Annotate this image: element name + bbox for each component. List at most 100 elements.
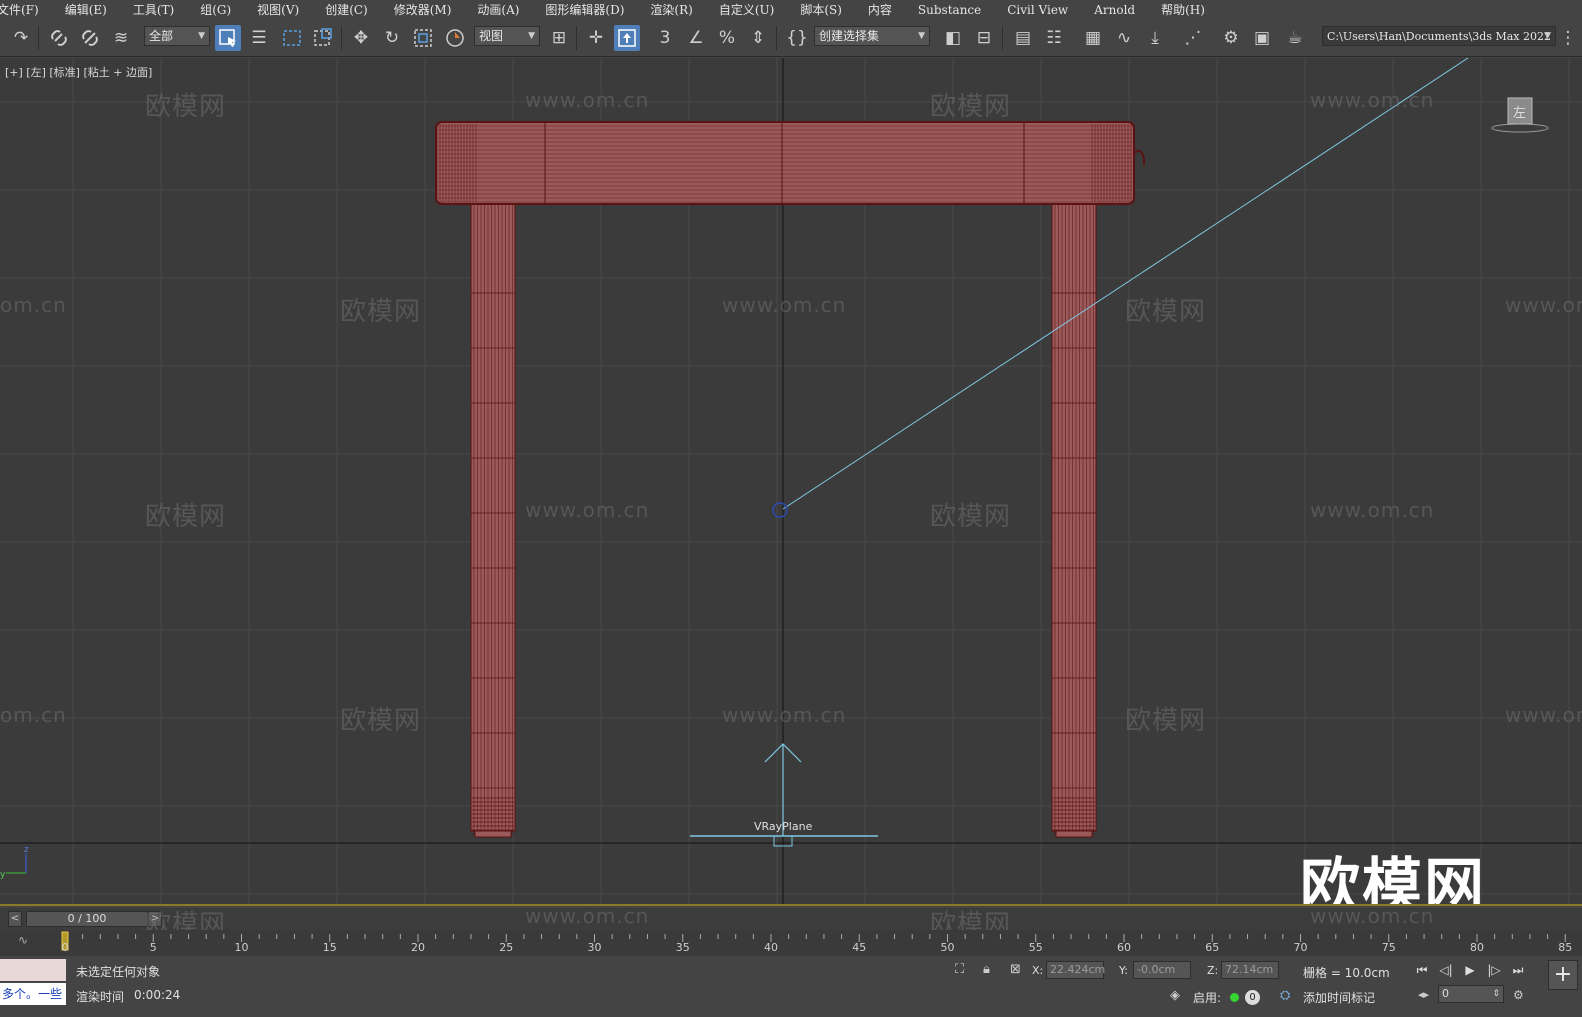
watermark-url: www.om.cn (525, 88, 650, 112)
percent-snap-icon[interactable]: % (714, 25, 740, 51)
isolate-selection-icon[interactable]: ⛶ (955, 962, 964, 977)
menu-item[interactable]: Substance (905, 0, 994, 20)
menu-item[interactable]: 文件(F) (0, 0, 52, 20)
menu-item[interactable]: 渲染(R) (637, 0, 705, 20)
menu-item[interactable]: Arnold (1081, 0, 1148, 20)
time-tag-icon[interactable]: ⛭ (1280, 988, 1290, 1003)
track-tick-label: 25 (499, 941, 514, 954)
y-coord-field[interactable]: -0.0cm (1133, 961, 1191, 979)
viewport-label[interactable]: [+] [左] [标准] [粘土 + 边面] (5, 64, 152, 80)
rotate-icon[interactable]: ↻ (379, 25, 405, 51)
render-setup-icon[interactable]: ⚙ (1218, 25, 1244, 51)
light-target-icon (772, 502, 788, 518)
prev-frame-arrow[interactable]: < (8, 911, 22, 927)
select-by-name-icon[interactable]: ☰ (246, 25, 272, 51)
window-crossing-icon[interactable] (310, 25, 336, 51)
absolute-mode-icon[interactable]: ⊠ (1010, 962, 1021, 977)
menu-item[interactable]: 创建(C) (312, 0, 381, 20)
material-editor-icon[interactable]: ⋰ (1180, 25, 1206, 51)
create-key-button[interactable]: + (1548, 960, 1578, 990)
enable-count-badge[interactable]: 0 (1245, 990, 1260, 1005)
select-manipulate-icon[interactable]: ✛ (583, 25, 609, 51)
play-icon[interactable]: ▶ (1460, 961, 1480, 979)
place-icon[interactable] (442, 25, 468, 51)
toggle-ribbon-icon[interactable]: ☷ (1041, 25, 1067, 51)
maxscript-listener[interactable]: 多个。一些 (0, 959, 66, 1013)
z-coord-field[interactable]: 72.14cm (1221, 961, 1279, 979)
previous-frame-icon[interactable]: ◁| (1436, 961, 1456, 979)
menu-item[interactable]: 内容 (855, 0, 905, 20)
rectangular-selection-icon[interactable] (279, 25, 305, 51)
pivot-center-icon[interactable]: ⊞ (546, 25, 572, 51)
rendered-frame-window-icon[interactable]: ▣ (1249, 25, 1275, 51)
menu-item[interactable]: 组(G) (187, 0, 244, 20)
watermark-url: www.om.cn (722, 293, 847, 317)
track-tick-label: 55 (1028, 941, 1043, 954)
align-icon[interactable]: ⊟ (971, 25, 997, 51)
menu-item[interactable]: 动画(A) (464, 0, 532, 20)
render-production-icon[interactable]: ☕ (1282, 25, 1308, 51)
watermark-url: www.om.cn (525, 498, 650, 522)
current-frame-field[interactable]: 0 ⇕ (1438, 985, 1504, 1003)
select-object-icon[interactable] (215, 25, 241, 51)
menu-item[interactable]: 帮助(H) (1148, 0, 1218, 20)
maxscript-output[interactable]: 多个。一些 (0, 983, 66, 1005)
keyboard-shortcut-override-icon[interactable] (614, 25, 640, 51)
spinner-snap-icon[interactable]: ⇕ (745, 25, 771, 51)
reference-coord-dropdown[interactable]: 视图 ▼ (474, 26, 540, 46)
menu-item[interactable]: 自定义(U) (706, 0, 787, 20)
link-icon[interactable] (46, 25, 72, 51)
menu-item[interactable]: 修改器(M) (381, 0, 465, 20)
selection-status: 未选定任何对象 (76, 965, 161, 979)
selection-lock-icon[interactable]: 🔒︎ (983, 962, 990, 977)
x-label: X: (1032, 964, 1044, 977)
frame-spinner-icon[interactable]: ◂▸ (1418, 988, 1429, 1001)
move-icon[interactable]: ✥ (348, 25, 374, 51)
layer-explorer-icon[interactable]: ▤ (1010, 25, 1036, 51)
project-path-dropdown[interactable]: C:\Users\Han\Documents\3ds Max 2022 ▼ (1322, 26, 1556, 46)
go-to-start-icon[interactable]: ⏮ (1412, 961, 1432, 979)
named-selection-dropdown[interactable]: 创建选择集 ▼ (814, 26, 930, 46)
menu-item[interactable]: 编辑(E) (52, 0, 120, 20)
status-bar: 多个。一些 未选定任何对象 渲染时间 0:00:24 ⛶ 🔒︎ ⊠ X: 22.… (0, 956, 1582, 1017)
project-path-value: C:\Users\Han\Documents\3ds Max 2022 (1327, 30, 1551, 43)
curve-editor-mini-icon[interactable]: ∿ (18, 933, 28, 947)
time-slider-handle[interactable]: 0 / 100 (26, 911, 148, 927)
menu-bar: 文件(F) 编辑(E) 工具(T) 组(G) 视图(V) 创建(C) 修改器(M) 动画(A)… (0, 0, 1582, 20)
track-bar[interactable]: 0 5 10 15 20 25 30 35 40 45 50 55 60 65 70 75 80 85 ∿ (0, 930, 1582, 956)
scale-icon[interactable] (410, 25, 436, 51)
add-time-tag[interactable]: 添加时间标记 (1303, 989, 1375, 1006)
maxscript-input[interactable] (0, 959, 66, 981)
redo-icon[interactable]: ↷ (8, 25, 34, 51)
next-frame-icon[interactable]: |▷ (1484, 961, 1504, 979)
viewcube[interactable]: 左 (1490, 96, 1550, 136)
unlink-icon[interactable] (77, 25, 103, 51)
go-to-end-icon[interactable]: ⏭ (1508, 961, 1528, 979)
time-configuration-icon[interactable]: ⚙ (1513, 988, 1524, 1002)
x-coord-field[interactable]: 22.424cm (1046, 961, 1105, 979)
schematic-view-icon[interactable]: ⤓ (1142, 25, 1168, 51)
curve-editor-icon[interactable]: ∿ (1111, 25, 1137, 51)
menu-item[interactable]: Civil View (994, 0, 1081, 20)
menu-item[interactable]: 图形编辑器(D) (532, 0, 637, 20)
snaps-toggle-icon[interactable]: 3 (652, 25, 678, 51)
menu-item[interactable]: 工具(T) (120, 0, 187, 20)
bind-space-warp-icon[interactable]: ≋ (108, 25, 134, 51)
scene-explorer-icon[interactable]: ▦ (1080, 25, 1106, 51)
viewport-left[interactable]: zy [+] [左] [标准] [粘土 + 边面] 欧模网 www.om.cn 欧模… (0, 58, 1582, 906)
adaptive-degradation-icon[interactable]: ◈ (1170, 988, 1180, 1003)
selection-filter-dropdown[interactable]: 全部 ▼ (144, 26, 210, 46)
menu-item[interactable]: 视图(V) (244, 0, 312, 20)
toolbar-separator (776, 26, 777, 50)
track-tick-label: 5 (149, 941, 157, 954)
track-tick-label: 30 (587, 941, 602, 954)
watermark-cn: 欧模网 (930, 502, 1012, 532)
mirror-icon[interactable]: ◧ (940, 25, 966, 51)
menu-item[interactable]: 脚本(S) (787, 0, 855, 20)
selection-filter-value: 全部 (149, 29, 174, 43)
angle-snap-icon[interactable]: ∠ (683, 25, 709, 51)
edit-named-selection-icon[interactable]: {} (784, 25, 810, 51)
watermark-cn: 欧模网 (1125, 706, 1207, 736)
toolbar-overflow-icon[interactable]: ⋮ (1558, 25, 1578, 51)
stool-leg-right-foot (1055, 830, 1093, 838)
